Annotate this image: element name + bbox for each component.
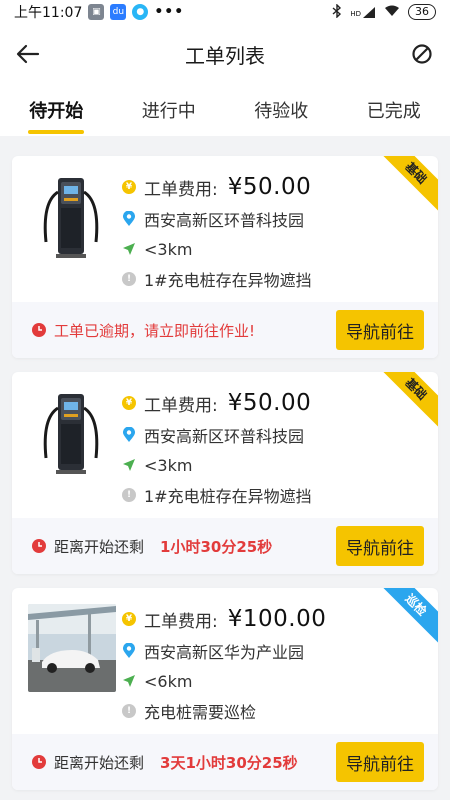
clock-icon	[32, 755, 46, 769]
battery-indicator: 36	[408, 4, 436, 20]
fee-value: ¥50.00	[227, 174, 312, 200]
issue-row: ! 1#充电桩存在异物遮挡	[122, 480, 418, 510]
tab-in-progress[interactable]: 进行中	[142, 84, 196, 136]
navigation-arrow-icon	[123, 675, 135, 687]
fee-row: ¥ 工单费用: ¥50.00	[122, 386, 418, 420]
distance-text: <6km	[144, 671, 193, 691]
navigate-button[interactable]: 导航前往	[336, 310, 424, 350]
hd-label: HD	[350, 10, 361, 18]
issue-row: ! 1#充电桩存在异物遮挡	[122, 264, 418, 294]
tab-pending[interactable]: 待开始	[29, 84, 83, 136]
order-card[interactable]: ¥ 工单费用: ¥50.00 西安高新区环普科技园 <3km ! 1#充电桩存在…	[12, 156, 438, 358]
alert-icon: !	[122, 272, 136, 286]
location-pin-icon	[123, 643, 135, 658]
remain-label: 距离开始还剩	[54, 537, 145, 556]
fee-label: 工单费用:	[144, 179, 218, 200]
page-title: 工单列表	[185, 43, 265, 68]
charging-pile-image	[43, 394, 99, 474]
remain-time: 3天1小时30分25秒	[160, 753, 298, 772]
distance-row: <3km	[122, 450, 418, 480]
location-pin-icon	[123, 211, 135, 226]
alert-icon: !	[122, 704, 136, 718]
baidu-notification-icon: du	[110, 4, 127, 20]
order-info: ¥ 工单费用: ¥50.00 西安高新区环普科技园 <3km ! 1#充电桩存在…	[122, 386, 418, 510]
fee-label: 工单费用:	[144, 611, 218, 632]
app-notification-icon: ▣	[88, 4, 105, 20]
yuan-icon: ¥	[122, 612, 136, 626]
fee-value: ¥100.00	[227, 606, 327, 632]
bluetooth-icon	[332, 2, 342, 21]
remain-label: 距离开始还剩	[54, 753, 145, 772]
yuan-icon: ¥	[122, 180, 136, 194]
order-list: ¥ 工单费用: ¥50.00 西安高新区环普科技园 <3km ! 1#充电桩存在…	[12, 156, 438, 800]
navigation-arrow-icon	[123, 459, 135, 471]
arrow-left-icon	[16, 44, 40, 64]
card-footer: 距离开始还剩 1小时30分25秒 导航前往	[12, 518, 438, 574]
distance-row: <3km	[122, 234, 418, 264]
wifi-icon	[384, 5, 400, 20]
clock-icon	[32, 539, 46, 553]
status-bar: 上午11:07 ▣ du ● ••• HD 36	[0, 0, 450, 24]
more-notifications-icon: •••	[154, 4, 185, 20]
yuan-icon: ¥	[122, 396, 136, 410]
issue-text: 1#充电桩存在异物遮挡	[144, 271, 312, 290]
distance-text: <3km	[144, 455, 193, 475]
cancel-filter-button[interactable]	[406, 38, 438, 70]
chat-notification-icon: ●	[132, 4, 149, 20]
location-row: 西安高新区华为产业园	[122, 636, 418, 666]
issue-text: 1#充电桩存在异物遮挡	[144, 487, 312, 506]
app-header: 工单列表	[0, 24, 450, 84]
fee-row: ¥ 工单费用: ¥50.00	[122, 170, 418, 204]
issue-text: 充电桩需要巡检	[144, 703, 257, 722]
overdue-notice: 工单已逾期，请立即前往作业!	[54, 321, 256, 340]
location-text: 西安高新区环普科技园	[144, 211, 305, 230]
fee-row: ¥ 工单费用: ¥100.00	[122, 602, 418, 636]
fee-value: ¥50.00	[227, 390, 312, 416]
location-pin-icon	[123, 427, 135, 442]
location-row: 西安高新区环普科技园	[122, 204, 418, 234]
block-icon	[412, 44, 432, 64]
distance-row: <6km	[122, 666, 418, 696]
alert-icon: !	[122, 488, 136, 502]
card-footer: 工单已逾期，请立即前往作业! 导航前往	[12, 302, 438, 358]
remain-time: 1小时30分25秒	[160, 537, 273, 556]
clock-icon	[32, 323, 46, 337]
back-button[interactable]	[12, 38, 44, 70]
tab-awaiting-acceptance[interactable]: 待验收	[254, 84, 308, 136]
tab-completed[interactable]: 已完成	[367, 84, 421, 136]
charging-station-photo	[28, 604, 116, 692]
signal-icon: HD	[350, 6, 376, 18]
order-card[interactable]: ¥ 工单费用: ¥100.00 西安高新区华为产业园 <6km ! 充电桩需要巡…	[12, 588, 438, 790]
card-footer: 距离开始还剩 3天1小时30分25秒 导航前往	[12, 734, 438, 790]
issue-row: ! 充电桩需要巡检	[122, 696, 418, 726]
location-text: 西安高新区华为产业园	[144, 643, 305, 662]
status-time: 上午11:07	[14, 5, 83, 21]
navigation-arrow-icon	[123, 243, 135, 255]
location-row: 西安高新区环普科技园	[122, 420, 418, 450]
order-info: ¥ 工单费用: ¥50.00 西安高新区环普科技园 <3km ! 1#充电桩存在…	[122, 170, 418, 294]
location-text: 西安高新区环普科技园	[144, 427, 305, 446]
charging-pile-image	[43, 178, 99, 258]
order-info: ¥ 工单费用: ¥100.00 西安高新区华为产业园 <6km ! 充电桩需要巡…	[122, 602, 418, 726]
distance-text: <3km	[144, 239, 193, 259]
navigate-button[interactable]: 导航前往	[336, 742, 424, 782]
status-tabs: 待开始 进行中 待验收 已完成	[0, 84, 450, 136]
navigate-button[interactable]: 导航前往	[336, 526, 424, 566]
order-card[interactable]: ¥ 工单费用: ¥50.00 西安高新区环普科技园 <3km ! 1#充电桩存在…	[12, 372, 438, 574]
fee-label: 工单费用:	[144, 395, 218, 416]
